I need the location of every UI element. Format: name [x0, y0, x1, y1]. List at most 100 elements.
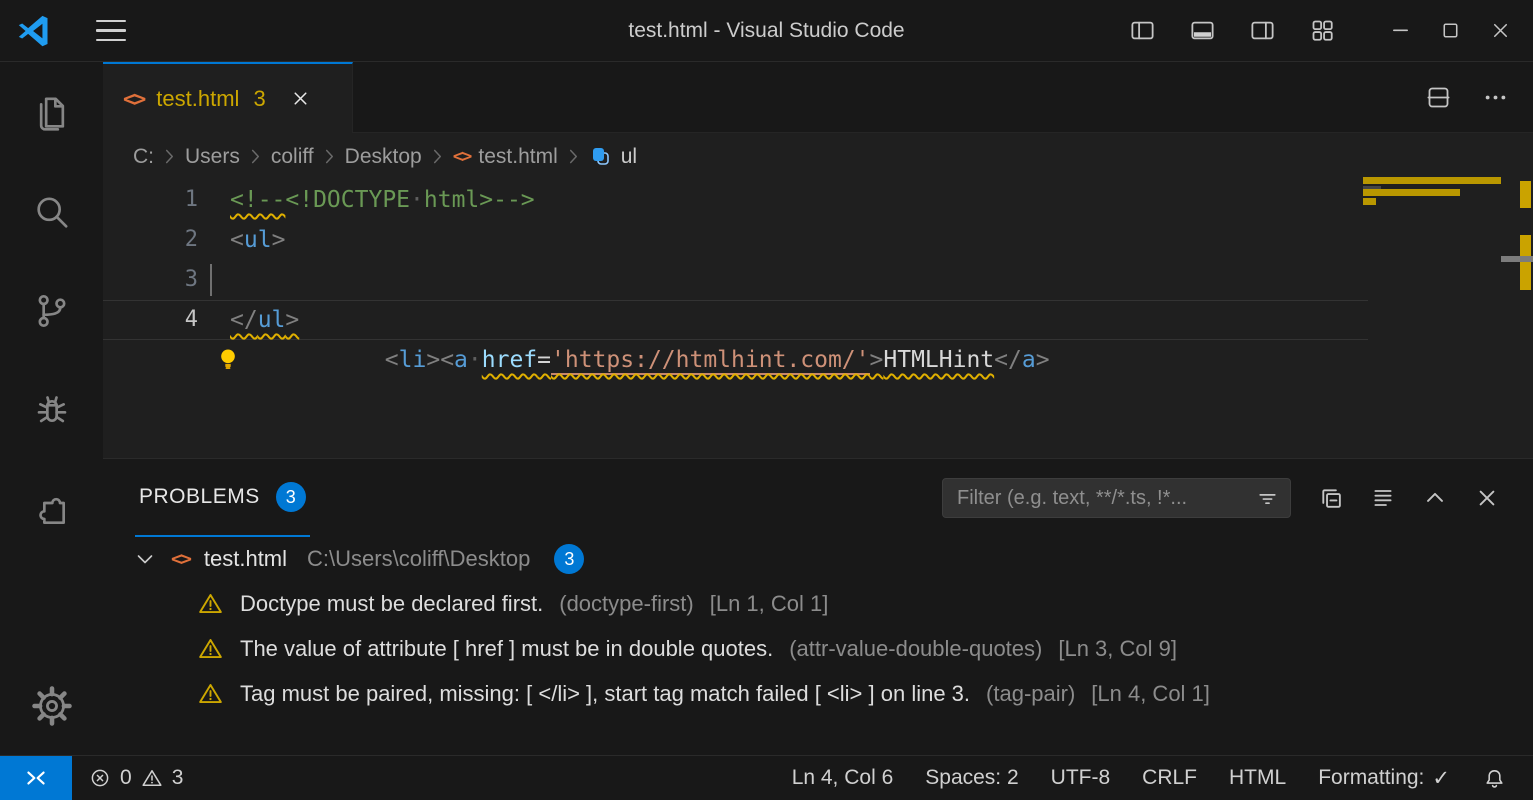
code-editor: 1 <!--<!DOCTYPE·html>--> 2 <ul> 3 <li><a… [103, 180, 1533, 340]
overview-warning-mark [1520, 235, 1531, 290]
problem-row-tag-pair[interactable]: Tag must be paired, missing: [ </li> ], … [103, 671, 1533, 716]
line-number: 2 [103, 220, 198, 260]
problem-location: [Ln 4, Col 1] [1091, 681, 1210, 707]
warning-icon [197, 680, 224, 707]
search-icon[interactable] [0, 189, 103, 237]
line-number-active: 4 [103, 301, 198, 339]
code-line-4-current[interactable]: 4 </ul> [103, 300, 1368, 340]
code-line-3[interactable]: 3 <li><a·href='https://htmlhint.com/'>HT… [103, 260, 1368, 300]
code-line-2[interactable]: 2 <ul> [103, 220, 1368, 260]
problem-location: [Ln 3, Col 9] [1058, 636, 1177, 662]
status-encoding[interactable]: UTF-8 [1035, 756, 1127, 800]
status-language-mode[interactable]: HTML [1213, 756, 1302, 800]
check-icon: ✓ [1432, 766, 1450, 791]
status-eol[interactable]: CRLF [1126, 756, 1213, 800]
toggle-primary-sidebar-icon[interactable] [1127, 16, 1157, 46]
chevron-right-icon [323, 147, 336, 166]
extensions-icon[interactable] [0, 487, 103, 535]
text-cursor [210, 264, 212, 296]
status-bar: 0 3 Ln 4, Col 6 Spaces: 2 UTF-8 CRLF HTM… [0, 755, 1533, 800]
warning-count-icon [140, 766, 164, 790]
customize-layout-icon[interactable] [1307, 16, 1337, 46]
source-control-icon[interactable] [0, 287, 103, 335]
problem-message: Tag must be paired, missing: [ </li> ], … [240, 681, 970, 707]
menu-icon[interactable] [90, 14, 132, 47]
overview-ruler[interactable] [1517, 180, 1533, 458]
breadcrumb-item-users[interactable]: Users [185, 145, 240, 169]
chevron-right-icon [431, 147, 444, 166]
split-editor-icon[interactable] [1425, 84, 1452, 111]
remote-icon [23, 765, 49, 791]
more-actions-icon[interactable] [1482, 84, 1509, 111]
problem-row-doctype-first[interactable]: Doctype must be declared first. (doctype… [103, 581, 1533, 626]
breadcrumb-item-symbol-ul[interactable]: ul [589, 145, 637, 169]
explorer-icon[interactable] [0, 89, 103, 137]
close-window-icon[interactable] [1485, 16, 1515, 46]
status-indentation[interactable]: Spaces: 2 [909, 756, 1034, 800]
problems-file-path: C:\Users\coliff\Desktop [307, 546, 530, 572]
settings-gear-icon[interactable] [0, 682, 103, 730]
toggle-secondary-sidebar-icon[interactable] [1247, 16, 1277, 46]
chevron-right-icon [567, 147, 580, 166]
maximize-icon[interactable] [1435, 16, 1465, 46]
line-number: 3 [103, 260, 198, 300]
tab-problems[interactable]: PROBLEMS 3 [135, 459, 310, 537]
close-tab-icon[interactable] [286, 84, 315, 113]
problem-rule: (doctype-first) [559, 591, 693, 617]
toggle-panel-icon[interactable] [1187, 16, 1217, 46]
tab-problem-count: 3 [253, 86, 265, 112]
notifications-bell-icon[interactable] [1466, 756, 1523, 800]
problems-count-badge: 3 [276, 482, 306, 512]
breadcrumb-item-desktop[interactable]: Desktop [345, 145, 422, 169]
view-as-table-icon[interactable] [1369, 484, 1397, 512]
activity-bar [0, 62, 103, 755]
problem-message: The value of attribute [ href ] must be … [240, 636, 773, 662]
minimize-icon[interactable] [1385, 16, 1415, 46]
tab-test-html[interactable]: <> test.html 3 [103, 62, 353, 133]
problem-rule: (tag-pair) [986, 681, 1075, 707]
line-number: 1 [103, 180, 198, 220]
status-cursor-position[interactable]: Ln 4, Col 6 [776, 756, 910, 800]
overview-current-line-mark [1501, 256, 1533, 262]
collapse-all-icon[interactable] [1317, 484, 1345, 512]
editor-group: <> test.html 3 C: Users coliff Desktop <… [103, 62, 1533, 755]
symbol-element-icon [589, 145, 613, 169]
problems-file-name: test.html [204, 546, 287, 572]
problem-location: [Ln 1, Col 1] [710, 591, 829, 617]
whitespace-dot: · [468, 347, 482, 373]
problem-rule: (attr-value-double-quotes) [789, 636, 1042, 662]
html-file-icon: <> [171, 548, 190, 570]
run-debug-icon[interactable] [0, 387, 103, 435]
file-problems-badge: 3 [554, 544, 584, 574]
breadcrumb: C: Users coliff Desktop <> test.html ul [103, 133, 1533, 180]
minimap[interactable] [1363, 177, 1503, 217]
status-formatting[interactable]: Formatting: ✓ [1302, 756, 1466, 800]
filter-icon[interactable] [1255, 486, 1280, 511]
breadcrumb-item-file[interactable]: <> test.html [453, 145, 558, 169]
breadcrumb-item-coliff[interactable]: coliff [271, 145, 314, 169]
problems-filter[interactable] [942, 478, 1291, 518]
vscode-logo-icon [16, 13, 52, 49]
filter-input[interactable] [957, 487, 1255, 510]
problem-row-attr-quotes[interactable]: The value of attribute [ href ] must be … [103, 626, 1533, 671]
tab-strip: <> test.html 3 [103, 62, 1533, 133]
html-file-icon: <> [453, 146, 471, 167]
panel-header: PROBLEMS 3 [103, 459, 1533, 537]
chevron-right-icon [249, 147, 262, 166]
lightbulb-icon[interactable] [215, 265, 353, 453]
whitespace-dot: · [410, 187, 424, 213]
html-file-icon: <> [123, 87, 144, 111]
maximize-panel-icon[interactable] [1421, 484, 1449, 512]
problems-panel: PROBLEMS 3 [103, 458, 1533, 755]
close-panel-icon[interactable] [1473, 484, 1501, 512]
problems-file-row[interactable]: <> test.html C:\Users\coliff\Desktop 3 [103, 537, 1533, 581]
status-problems[interactable]: 0 3 [72, 756, 199, 800]
warning-icon [197, 590, 224, 617]
url-link[interactable]: 'https://htmlhint.com/' [551, 347, 870, 375]
breadcrumb-item-drive[interactable]: C: [133, 145, 154, 169]
tab-label: test.html [156, 86, 239, 112]
remote-indicator[interactable] [0, 756, 72, 800]
code-line-1[interactable]: 1 <!--<!DOCTYPE·html>--> [103, 180, 1368, 220]
chevron-down-icon[interactable] [133, 547, 157, 571]
warning-icon [197, 635, 224, 662]
